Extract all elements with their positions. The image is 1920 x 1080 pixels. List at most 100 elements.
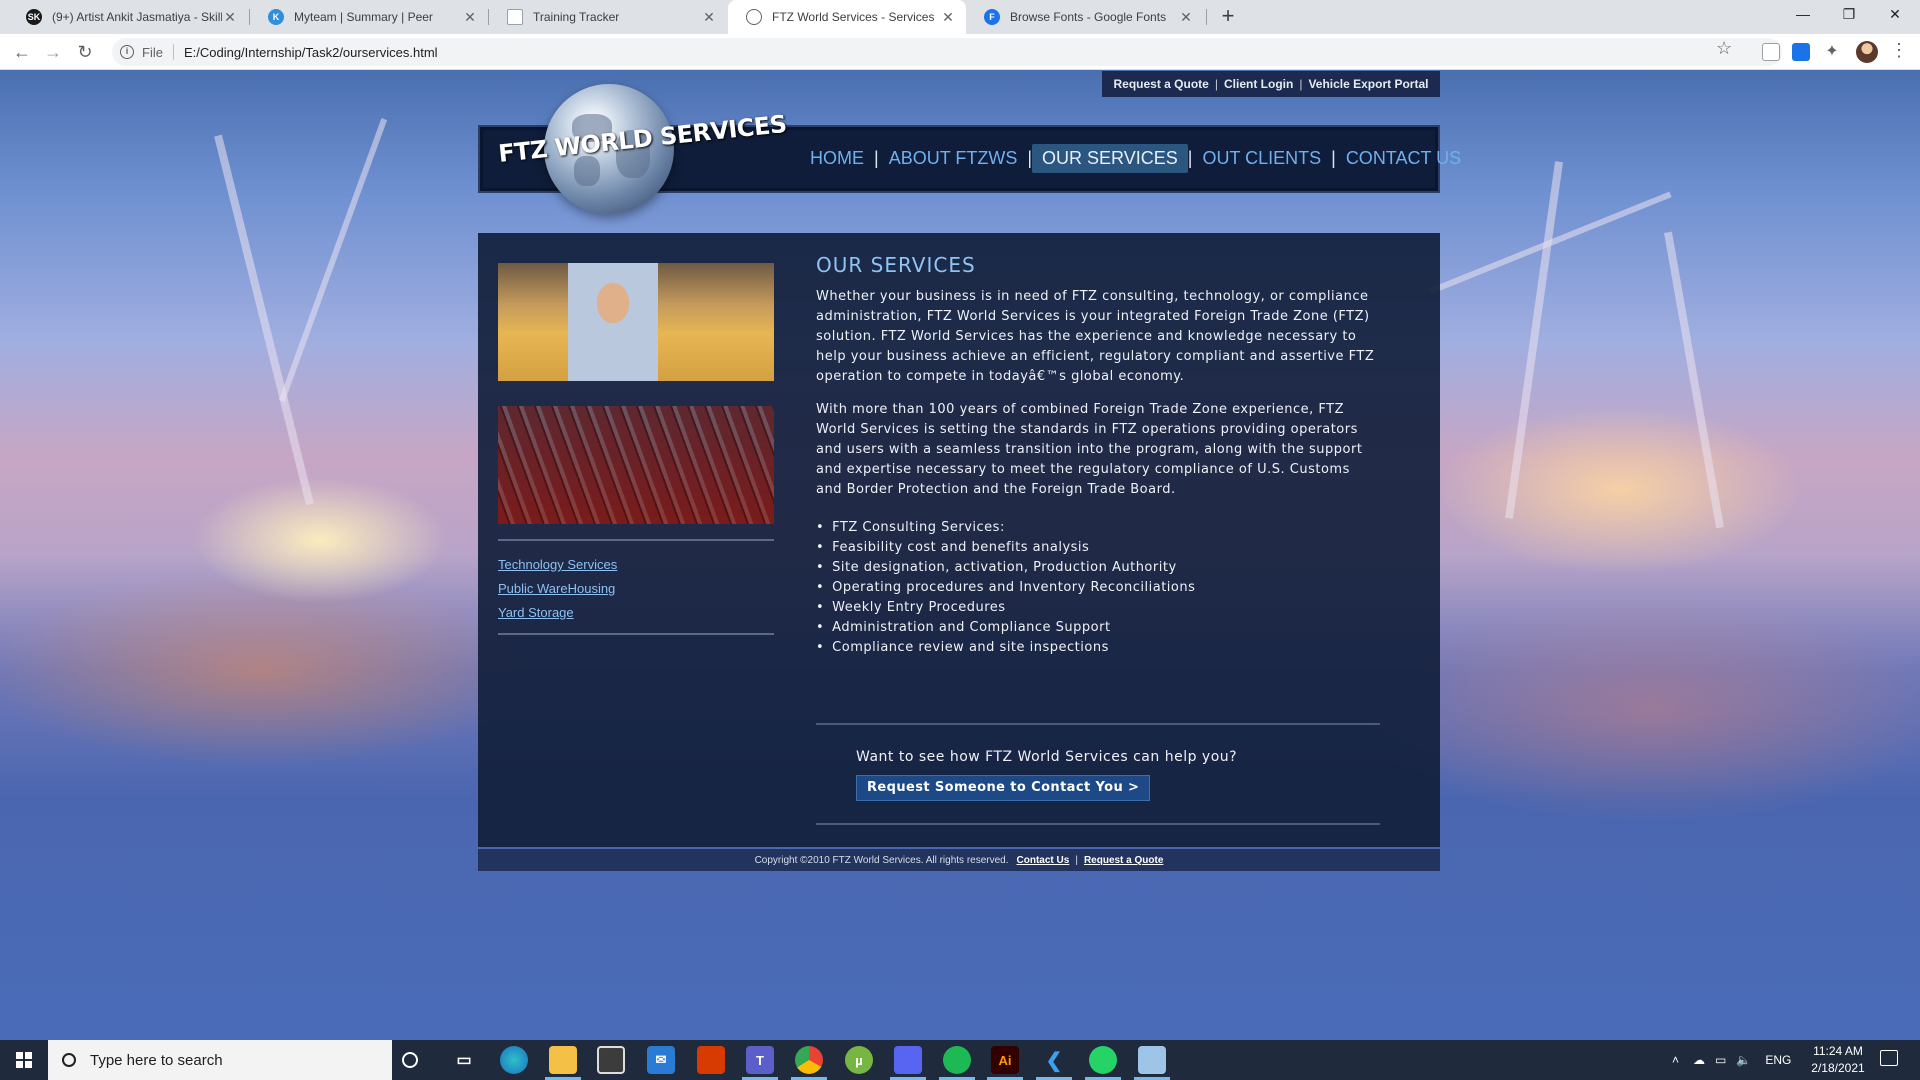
forward-arrow-icon[interactable]: → [41,40,65,64]
background-crane [1504,161,1564,519]
tab-title: (9+) Artist Ankit Jasmatiya - Skill [52,10,222,24]
tab-title: FTZ World Services - Services [772,10,935,24]
file-explorer-icon[interactable] [549,1046,577,1074]
close-tab-icon[interactable]: ✕ [940,9,956,26]
footer-quote-link[interactable]: Request a Quote [1084,855,1163,866]
nav-home[interactable]: HOME [800,144,874,173]
system-tray: ˄ ☁ ▭ 🔈 ENG [1672,1040,1791,1080]
discord-icon[interactable] [894,1046,922,1074]
background-crane [1664,231,1724,529]
mail-icon[interactable]: ✉ [647,1046,675,1074]
nav-about[interactable]: ABOUT FTZWS [879,144,1028,173]
nav-our-services[interactable]: OUR SERVICES [1032,143,1188,173]
browser-tab-1[interactable]: SK (9+) Artist Ankit Jasmatiya - Skill ✕ [8,0,248,34]
client-login-link[interactable]: Client Login [1224,77,1293,91]
reader-extension-icon[interactable] [1762,43,1780,61]
minimize-icon[interactable]: — [1780,0,1826,30]
profile-avatar[interactable] [1856,41,1878,63]
network-icon[interactable]: ▭ [1715,1053,1726,1067]
sidebar-link-yard-storage[interactable]: Yard Storage [498,601,617,625]
utility-links-bar: Request a Quote | Client Login | Vehicle… [1102,71,1440,97]
back-arrow-icon[interactable]: ← [10,40,34,64]
language-indicator[interactable]: ENG [1765,1053,1791,1067]
illustrator-icon[interactable]: Ai [991,1046,1019,1074]
callout-question: Want to see how FTZ World Services can h… [856,749,1238,765]
show-hidden-icons-icon[interactable]: ˄ [1672,1053,1679,1067]
request-quote-link[interactable]: Request a Quote [1114,77,1209,91]
system-clock[interactable]: 11:24 AM 2/18/2021 [1808,1043,1868,1077]
vehicle-export-portal-link[interactable]: Vehicle Export Portal [1308,77,1428,91]
globe-favicon-icon [746,9,762,25]
store-icon[interactable] [597,1046,625,1074]
clock-date: 2/18/2021 [1811,1061,1865,1075]
main-navigation: HOME | ABOUT FTZWS | OUR SERVICES | OUT … [800,142,1471,174]
sidebar-divider [498,539,774,541]
browser-tab-2[interactable]: K Myteam | Summary | Peer ✕ [250,0,488,34]
shipping-containers-photo [498,406,774,524]
browser-tab-3[interactable]: Training Tracker ✕ [489,0,727,34]
chrome-icon[interactable] [795,1046,823,1074]
list-item: FTZ Consulting Services: [816,518,1376,538]
request-contact-button[interactable]: Request Someone to Contact You > [856,775,1151,801]
url-text[interactable]: E:/Coding/Internship/Task2/ourservices.h… [184,45,438,60]
list-item: Operating procedures and Inventory Recon… [816,578,1376,598]
list-item: Site designation, activation, Production… [816,558,1376,578]
windows-start-button[interactable] [0,1040,48,1080]
services-list: FTZ Consulting Services: Feasibility cos… [816,518,1376,658]
utorrent-icon[interactable]: µ [845,1046,873,1074]
vscode-icon[interactable]: ❮ [1040,1046,1068,1074]
nav-contact[interactable]: CONTACT US [1336,144,1471,173]
separator: | [1075,854,1078,866]
zip-extension-icon[interactable] [1792,43,1810,61]
content-panel: Technology Services Public WareHousing Y… [478,233,1440,847]
bookmark-star-icon[interactable]: ☆ [1716,38,1732,59]
cortana-icon[interactable] [402,1052,418,1068]
browser-tab-4-active[interactable]: FTZ World Services - Services ✕ [728,0,966,34]
restore-icon[interactable]: ❐ [1826,0,1872,30]
edge-icon[interactable] [500,1046,528,1074]
extensions-puzzle-icon[interactable]: ✦ [1823,43,1841,61]
nav-clients[interactable]: OUT CLIENTS [1192,144,1331,173]
url-scheme-label: File [142,44,163,60]
close-window-icon[interactable]: ✕ [1872,0,1918,30]
new-tab-plus-icon[interactable]: + [1214,2,1242,30]
more-menu-icon[interactable]: ⋮ [1890,40,1908,61]
office-icon[interactable] [697,1046,725,1074]
sk-favicon-icon: SK [26,9,42,25]
onedrive-icon[interactable]: ☁ [1693,1053,1705,1067]
browser-tab-5[interactable]: F Browse Fonts - Google Fonts ✕ [966,0,1204,34]
close-tab-icon[interactable]: ✕ [462,9,478,26]
taskbar-search-box[interactable]: Type here to search [48,1040,392,1080]
teams-icon[interactable]: T [746,1046,774,1074]
notes-app-icon[interactable] [1138,1046,1166,1074]
experience-paragraph: With more than 100 years of combined For… [816,402,1363,497]
address-bar[interactable]: i File E:/Coding/Internship/Task2/ourser… [112,38,1782,66]
close-tab-icon[interactable]: ✕ [1178,9,1194,26]
sidebar-link-technology-services[interactable]: Technology Services [498,553,617,577]
intro-paragraph: Whether your business is in need of FTZ … [816,289,1375,384]
tab-title: Training Tracker [533,10,620,24]
background-crane [214,134,314,506]
doc-favicon-icon [507,9,523,25]
k-favicon-icon: K [268,9,284,25]
reload-icon[interactable]: ↻ [73,40,97,64]
spotify-icon[interactable] [943,1046,971,1074]
footer-contact-link[interactable]: Contact Us [1017,855,1070,866]
sidebar-link-public-warehousing[interactable]: Public WareHousing [498,577,617,601]
clock-time: 11:24 AM [1813,1044,1863,1058]
list-item: Compliance review and site inspections [816,638,1376,658]
notification-center-icon[interactable] [1880,1050,1898,1066]
whatsapp-icon[interactable] [1089,1046,1117,1074]
contact-callout: Want to see how FTZ World Services can h… [816,723,1380,825]
close-tab-icon[interactable]: ✕ [701,9,717,26]
page-title: OUR SERVICES [816,253,976,277]
volume-icon[interactable]: 🔈 [1736,1053,1751,1067]
background-crane [278,118,388,402]
warehouse-worker-photo [498,263,774,381]
browser-tab-strip: SK (9+) Artist Ankit Jasmatiya - Skill ✕… [0,0,1920,34]
info-icon[interactable]: i [120,45,134,59]
search-icon [62,1053,76,1067]
task-view-icon[interactable]: ▭ [450,1046,478,1074]
close-tab-icon[interactable]: ✕ [222,9,238,26]
list-item: Feasibility cost and benefits analysis [816,538,1376,558]
